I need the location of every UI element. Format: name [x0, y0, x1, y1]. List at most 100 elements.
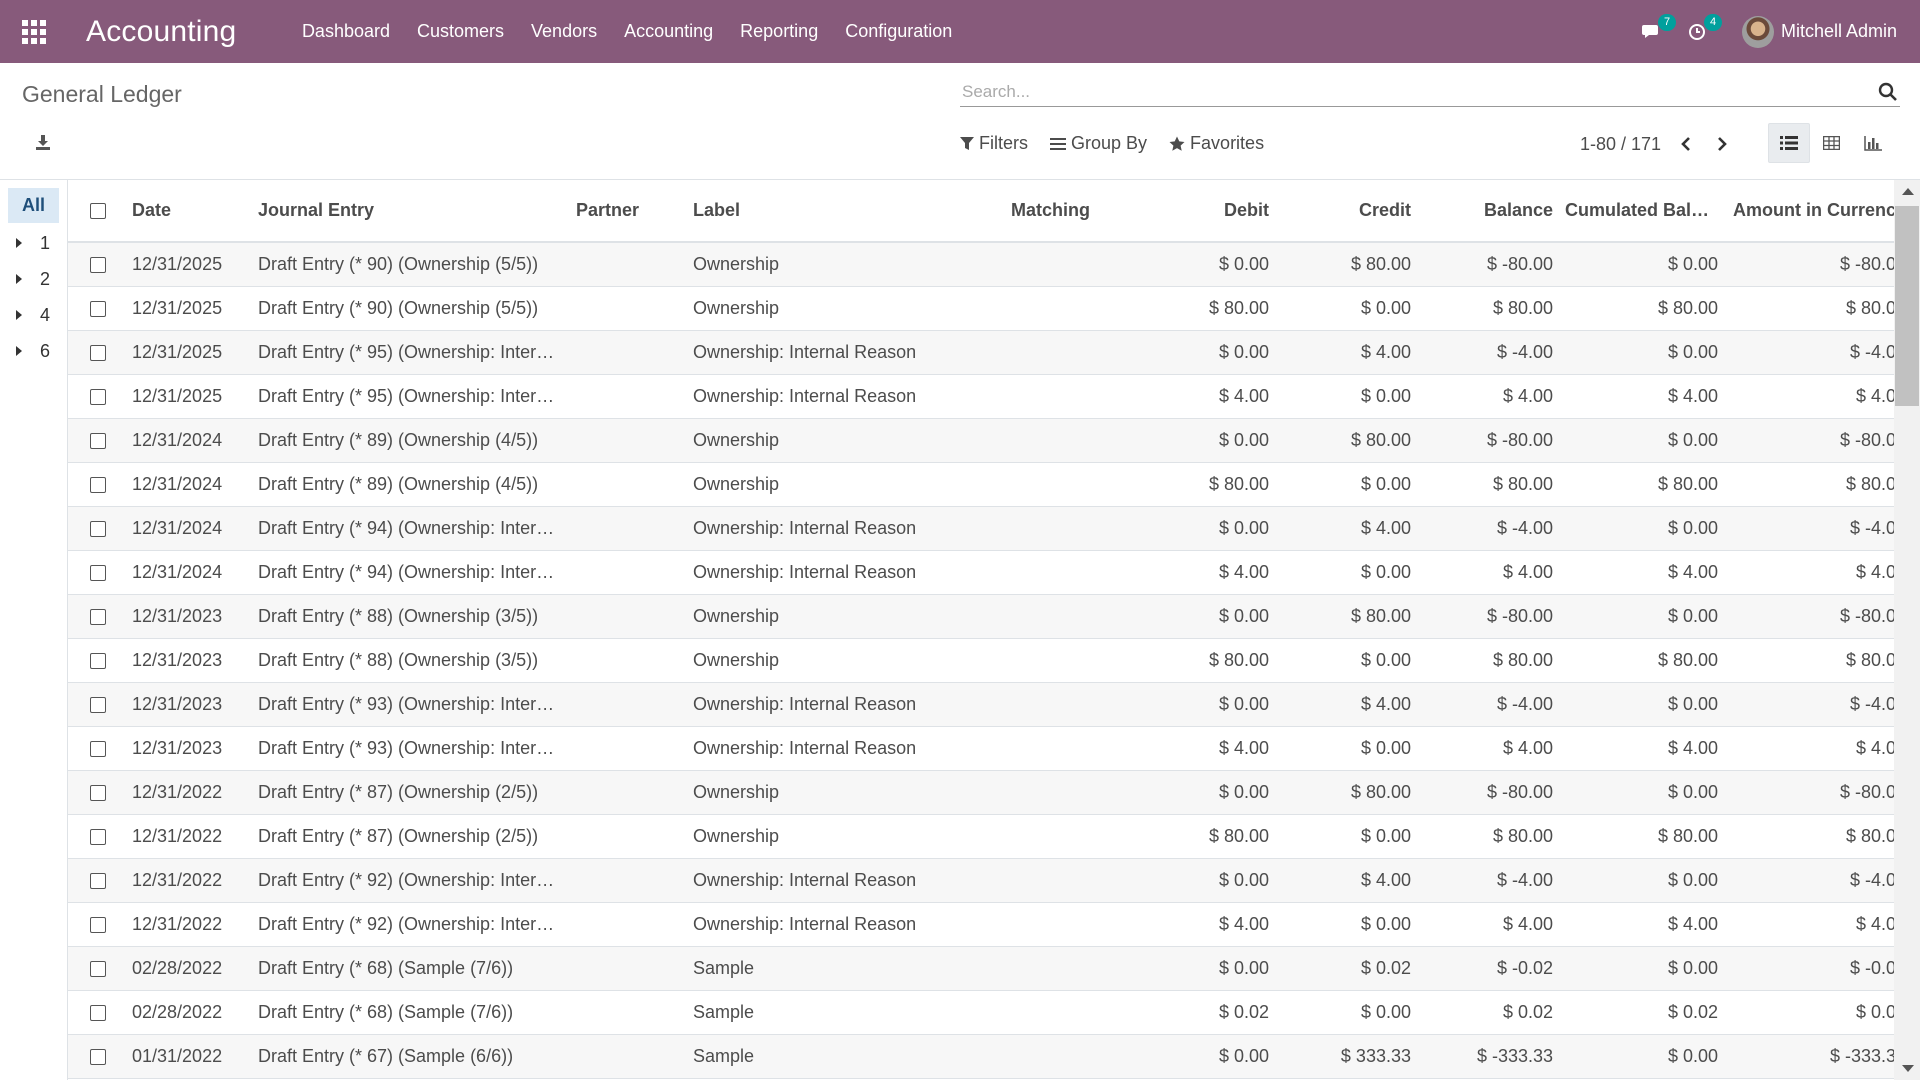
column-amount-in-currency[interactable]: Amount in Currency: [1724, 180, 1894, 242]
cell-partner[interactable]: [570, 462, 687, 506]
cell-matching[interactable]: [1005, 462, 1135, 506]
cell-partner[interactable]: [570, 594, 687, 638]
cell-partner[interactable]: [570, 1034, 687, 1078]
cell-balance[interactable]: $ 4.00: [1417, 374, 1559, 418]
cell-cumulated-balance[interactable]: $ 80.00: [1559, 638, 1724, 682]
cell-balance[interactable]: $ 80.00: [1417, 286, 1559, 330]
cell-matching[interactable]: [1005, 682, 1135, 726]
cell-matching[interactable]: [1005, 902, 1135, 946]
table-row[interactable]: 12/31/2025 Draft Entry (* 95) (Ownership:…: [68, 330, 1894, 374]
cell-label[interactable]: Ownership: [687, 638, 1005, 682]
cell-label[interactable]: Ownership: [687, 770, 1005, 814]
cell-label[interactable]: Sample: [687, 1034, 1005, 1078]
cell-debit[interactable]: $ 4.00: [1135, 726, 1275, 770]
column-balance[interactable]: Balance: [1417, 180, 1559, 242]
cell-partner[interactable]: [570, 814, 687, 858]
cell-matching[interactable]: [1005, 814, 1135, 858]
row-checkbox[interactable]: [90, 1004, 106, 1021]
cell-matching[interactable]: [1005, 770, 1135, 814]
select-all-checkbox[interactable]: [90, 203, 106, 220]
row-checkbox[interactable]: [90, 476, 106, 493]
cell-date[interactable]: 12/31/2025: [126, 374, 252, 418]
cell-partner[interactable]: [570, 242, 687, 286]
cell-debit[interactable]: $ 0.00: [1135, 946, 1275, 990]
cell-cumulated-balance[interactable]: $ 0.00: [1559, 418, 1724, 462]
column-journal-entry[interactable]: Journal Entry: [252, 180, 570, 242]
cell-partner[interactable]: [570, 902, 687, 946]
cell-journal-entry[interactable]: Draft Entry (* 92) (Ownership: Internal.…: [252, 902, 570, 946]
cell-cumulated-balance[interactable]: $ 4.00: [1559, 550, 1724, 594]
cell-cumulated-balance[interactable]: $ 0.00: [1559, 330, 1724, 374]
column-debit[interactable]: Debit: [1135, 180, 1275, 242]
cell-debit[interactable]: $ 80.00: [1135, 462, 1275, 506]
cell-date[interactable]: 12/31/2024: [126, 462, 252, 506]
row-checkbox[interactable]: [90, 784, 106, 801]
table-row[interactable]: 12/31/2025 Draft Entry (* 90) (Ownership …: [68, 242, 1894, 286]
menu-accounting[interactable]: Accounting: [611, 0, 727, 63]
cell-balance[interactable]: $ 4.00: [1417, 902, 1559, 946]
cell-cumulated-balance[interactable]: $ 0.02: [1559, 990, 1724, 1034]
cell-balance[interactable]: $ -80.00: [1417, 770, 1559, 814]
cell-matching[interactable]: [1005, 242, 1135, 286]
cell-debit[interactable]: $ 0.00: [1135, 594, 1275, 638]
cell-date[interactable]: 12/31/2022: [126, 814, 252, 858]
cell-journal-entry[interactable]: Draft Entry (* 93) (Ownership: Internal.…: [252, 726, 570, 770]
cell-amount-in-currency[interactable]: $ -80.00: [1724, 594, 1894, 638]
cell-debit[interactable]: $ 0.00: [1135, 682, 1275, 726]
graph-view-button[interactable]: [1852, 123, 1894, 163]
cell-matching[interactable]: [1005, 506, 1135, 550]
row-checkbox[interactable]: [90, 432, 106, 449]
cell-amount-in-currency[interactable]: $ -333.33: [1724, 1034, 1894, 1078]
cell-debit[interactable]: $ 4.00: [1135, 902, 1275, 946]
group-item[interactable]: 6: [0, 333, 67, 369]
cell-matching[interactable]: [1005, 946, 1135, 990]
cell-matching[interactable]: [1005, 858, 1135, 902]
cell-credit[interactable]: $ 80.00: [1275, 418, 1417, 462]
cell-balance[interactable]: $ 80.00: [1417, 462, 1559, 506]
cell-cumulated-balance[interactable]: $ 0.00: [1559, 1034, 1724, 1078]
cell-partner[interactable]: [570, 550, 687, 594]
pager-value[interactable]: 1-80 / 171: [1580, 134, 1661, 155]
cell-journal-entry[interactable]: Draft Entry (* 90) (Ownership (5/5)): [252, 286, 570, 330]
row-checkbox[interactable]: [90, 520, 106, 537]
cell-partner[interactable]: [570, 374, 687, 418]
list-view-button[interactable]: [1768, 123, 1810, 163]
cell-balance[interactable]: $ -0.02: [1417, 946, 1559, 990]
row-checkbox[interactable]: [90, 1048, 106, 1065]
table-row[interactable]: 01/31/2022 Draft Entry (* 67) (Sample (6/…: [68, 1034, 1894, 1078]
cell-partner[interactable]: [570, 418, 687, 462]
cell-balance[interactable]: $ -4.00: [1417, 858, 1559, 902]
cell-debit[interactable]: $ 80.00: [1135, 286, 1275, 330]
cell-label[interactable]: Ownership: [687, 462, 1005, 506]
cell-journal-entry[interactable]: Draft Entry (* 68) (Sample (7/6)): [252, 990, 570, 1034]
cell-journal-entry[interactable]: Draft Entry (* 87) (Ownership (2/5)): [252, 814, 570, 858]
cell-matching[interactable]: [1005, 726, 1135, 770]
cell-date[interactable]: 12/31/2023: [126, 594, 252, 638]
cell-matching[interactable]: [1005, 638, 1135, 682]
cell-credit[interactable]: $ 0.00: [1275, 374, 1417, 418]
cell-label[interactable]: Sample: [687, 990, 1005, 1034]
cell-partner[interactable]: [570, 330, 687, 374]
cell-credit[interactable]: $ 4.00: [1275, 682, 1417, 726]
pivot-view-button[interactable]: [1810, 123, 1852, 163]
cell-label[interactable]: Ownership: [687, 814, 1005, 858]
cell-date[interactable]: 12/31/2024: [126, 550, 252, 594]
cell-balance[interactable]: $ -333.33: [1417, 1034, 1559, 1078]
cell-amount-in-currency[interactable]: $ -80.00: [1724, 770, 1894, 814]
cell-balance[interactable]: $ 4.00: [1417, 726, 1559, 770]
cell-cumulated-balance[interactable]: $ 0.00: [1559, 858, 1724, 902]
cell-label[interactable]: Ownership: Internal Reason: [687, 726, 1005, 770]
row-checkbox[interactable]: [90, 960, 106, 977]
cell-amount-in-currency[interactable]: $ -4.00: [1724, 330, 1894, 374]
cell-journal-entry[interactable]: Draft Entry (* 87) (Ownership (2/5)): [252, 770, 570, 814]
cell-credit[interactable]: $ 0.00: [1275, 902, 1417, 946]
column-partner[interactable]: Partner: [570, 180, 687, 242]
cell-date[interactable]: 12/31/2024: [126, 418, 252, 462]
cell-credit[interactable]: $ 80.00: [1275, 594, 1417, 638]
cell-amount-in-currency[interactable]: $ 80.00: [1724, 638, 1894, 682]
cell-label[interactable]: Ownership: Internal Reason: [687, 902, 1005, 946]
pager-next-button[interactable]: [1711, 133, 1733, 155]
cell-matching[interactable]: [1005, 330, 1135, 374]
cell-debit[interactable]: $ 4.00: [1135, 374, 1275, 418]
cell-journal-entry[interactable]: Draft Entry (* 67) (Sample (6/6)): [252, 1034, 570, 1078]
